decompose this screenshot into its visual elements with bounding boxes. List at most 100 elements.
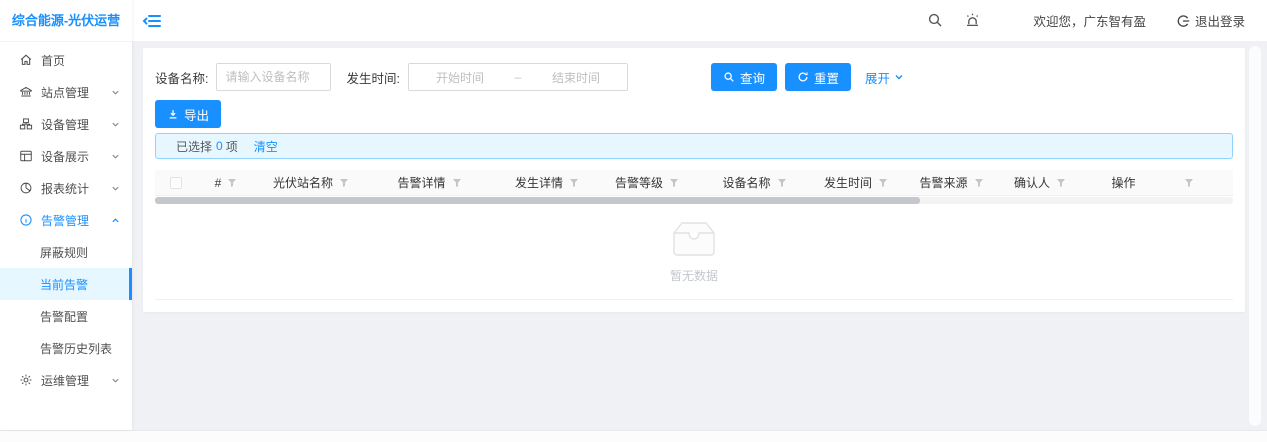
vertical-scrollbar[interactable] <box>1249 46 1261 426</box>
sidebar-item-sites[interactable]: 站点管理 <box>0 76 132 108</box>
bottom-strip <box>0 430 1267 442</box>
range-separator: – <box>511 70 525 84</box>
alarm-icon[interactable] <box>964 12 981 29</box>
gear-icon <box>19 373 33 387</box>
search-button[interactable]: 查询 <box>711 63 777 91</box>
export-button[interactable]: 导出 <box>155 100 221 128</box>
select-all-checkbox[interactable] <box>170 177 182 189</box>
sidebar-item-display[interactable]: 设备展示 <box>0 140 132 172</box>
filter-funnel-icon[interactable] <box>878 178 888 188</box>
column-label: 设备名称 <box>722 174 770 191</box>
sidebar-menu: 首页 站点管理 设备管理 <box>0 42 132 396</box>
search-button-label: 查询 <box>740 68 765 87</box>
empty-box-icon <box>663 219 725 259</box>
column-label: 告警等级 <box>615 174 663 191</box>
sidebar-subitem-label: 告警配置 <box>40 308 132 325</box>
reload-icon <box>797 71 809 83</box>
horizontal-scrollbar-thumb[interactable] <box>155 197 920 204</box>
logout-button[interactable]: 退出登录 <box>1176 11 1245 30</box>
layout-icon <box>19 149 33 163</box>
pie-chart-icon <box>19 181 33 195</box>
selection-bar: 已选择 0 项 清空 <box>155 133 1233 159</box>
column-header-occurrence-time: 发生时间 <box>817 174 895 191</box>
sidebar-item-label: 首页 <box>41 52 132 69</box>
sidebar-subitem-current-alarms[interactable]: 当前告警 <box>0 268 132 300</box>
column-label: 操作 <box>1111 174 1135 191</box>
apartment-icon <box>19 117 33 131</box>
occurrence-time-label: 发生时间: <box>346 68 399 87</box>
column-header-alarm-detail: 告警详情 <box>367 174 492 191</box>
download-icon <box>167 108 179 120</box>
chevron-down-icon <box>111 376 120 385</box>
filter-funnel-icon[interactable] <box>569 178 579 188</box>
app-logo: 综合能源-光伏运营 <box>0 0 132 42</box>
clear-selection-link[interactable]: 清空 <box>254 138 278 155</box>
sidebar-item-home[interactable]: 首页 <box>0 44 132 76</box>
selection-prefix: 已选择 <box>176 138 212 155</box>
chevron-down-icon <box>111 152 120 161</box>
filter-buttons: 查询 重置 展开 <box>711 63 904 91</box>
topbar: 欢迎您，广东智有盈 退出登录 <box>132 0 1267 42</box>
filter-funnel-icon[interactable] <box>669 178 679 188</box>
chevron-down-icon <box>111 184 120 193</box>
filter-funnel-icon[interactable] <box>777 178 787 188</box>
topbar-right: 欢迎您，广东智有盈 退出登录 <box>927 11 1267 30</box>
sidebar: 综合能源-光伏运营 首页 站点管理 <box>0 0 132 430</box>
column-label: 光伏站名称 <box>273 174 333 191</box>
horizontal-scrollbar-track[interactable] <box>155 197 1233 204</box>
device-name-input[interactable] <box>216 63 331 91</box>
content-area: 设备名称: 发生时间: 开始时间 – 结束时间 查询 <box>132 42 1267 430</box>
column-header-alarm-source: 告警来源 <box>895 174 1008 191</box>
chevron-down-icon <box>111 88 120 97</box>
column-label: 发生时间 <box>824 174 872 191</box>
welcome-text: 欢迎您，广东智有盈 <box>1033 11 1146 30</box>
column-label: 告警来源 <box>919 174 967 191</box>
column-header-alarm-level: 告警等级 <box>602 174 692 191</box>
expand-link[interactable]: 展开 <box>865 68 904 87</box>
filter-funnel-icon[interactable] <box>974 178 984 188</box>
table-header: # 光伏站名称 告警详情 发生详情 告警等级 <box>155 170 1233 196</box>
search-icon[interactable] <box>927 12 944 29</box>
bank-icon <box>19 85 33 99</box>
sidebar-item-reports[interactable]: 报表统计 <box>0 172 132 204</box>
chevron-down-icon <box>894 72 904 82</box>
filter-funnel-icon[interactable] <box>1184 178 1194 188</box>
time-range-picker[interactable]: 开始时间 – 结束时间 <box>408 63 628 91</box>
sidebar-subitem-label: 屏蔽规则 <box>40 244 132 261</box>
column-header-station: 光伏站名称 <box>255 174 367 191</box>
selection-count: 0 <box>216 139 223 153</box>
column-label: 发生详情 <box>515 174 563 191</box>
expand-link-label: 展开 <box>865 68 890 87</box>
alert-circle-icon <box>19 213 33 227</box>
chevron-down-icon <box>111 120 120 129</box>
sidebar-subitem-alarm-config[interactable]: 告警配置 <box>0 300 132 332</box>
search-icon <box>723 71 735 83</box>
filter-funnel-icon[interactable] <box>452 178 462 188</box>
sidebar-item-operations[interactable]: 运维管理 <box>0 364 132 396</box>
column-label: # <box>215 176 222 190</box>
toolbar-row: 导出 <box>155 100 221 128</box>
sidebar-subitem-label: 告警历史列表 <box>40 340 132 357</box>
column-header-index: # <box>197 176 255 190</box>
column-header-confirmer: 确认人 <box>1008 174 1072 191</box>
reset-button[interactable]: 重置 <box>785 63 851 91</box>
app-window: 综合能源-光伏运营 首页 站点管理 <box>0 0 1267 442</box>
logout-label: 退出登录 <box>1195 11 1245 30</box>
menu-fold-icon[interactable] <box>142 11 162 31</box>
reset-button-label: 重置 <box>814 68 839 87</box>
table-empty-state: 暂无数据 <box>155 204 1233 300</box>
column-header-device-name: 设备名称 <box>692 174 817 191</box>
select-all-cell <box>155 177 197 189</box>
sidebar-subitem-mask-rules[interactable]: 屏蔽规则 <box>0 236 132 268</box>
filter-funnel-icon[interactable] <box>339 178 349 188</box>
filter-funnel-icon[interactable] <box>227 178 237 188</box>
sidebar-item-devices[interactable]: 设备管理 <box>0 108 132 140</box>
end-time-placeholder: 结束时间 <box>525 69 627 86</box>
filter-funnel-icon[interactable] <box>1056 178 1066 188</box>
export-button-label: 导出 <box>184 105 209 124</box>
sidebar-subitem-label: 当前告警 <box>40 276 132 293</box>
sidebar-subitem-alarm-history[interactable]: 告警历史列表 <box>0 332 132 364</box>
sidebar-item-alarms[interactable]: 告警管理 <box>0 204 132 236</box>
logout-icon <box>1176 14 1190 28</box>
alarm-list-card: 设备名称: 发生时间: 开始时间 – 结束时间 查询 <box>143 48 1245 312</box>
